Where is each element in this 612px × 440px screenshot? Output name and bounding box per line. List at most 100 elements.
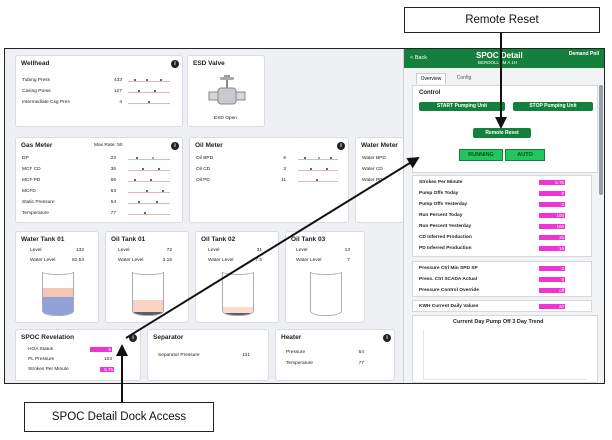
oil-sparkline [298,165,338,171]
trend-title: Current Day Pump Off 3 Day Trend [453,319,544,325]
back-link[interactable]: < Back [410,55,427,61]
water-meter-title: Water Meter [361,142,398,149]
tubing-press-sparkline [128,76,170,82]
tank-level-label: Level [296,248,308,253]
stat-label: Run Percent Yesterday [419,224,472,229]
separator-pressure-label: Separator Pressure [158,353,200,358]
running-status: RUNNING [459,149,503,161]
tab-config[interactable]: Config [450,73,478,84]
gas-meter-title: Gas Meter [21,142,53,149]
stat-label: PD Inferred Production [419,246,472,251]
spoc-revelation-title: SPOC Revelation [21,334,75,341]
temperature-label: Temperature [22,211,49,216]
tank-title: Water Tank 01 [21,236,65,243]
tab-overview[interactable]: Overview [416,73,446,84]
control-section: Control START Pumping Unit STOP Pumping … [412,85,598,173]
heater-pressure-label: Pressure [286,350,306,355]
spoc-revelation-card[interactable]: SPOC Revelation i HOA Status 5 PL Pressu… [15,329,141,381]
stats-section: Strokes Per Minute 5.75 Pump Offs Today … [412,175,592,257]
tank-graphic [132,272,164,316]
kwh-value: 20 [539,304,565,309]
tank-card[interactable]: Water Tank 01 Level 132 Water Level 82.5… [15,231,99,323]
mcf-cd-label: MCF CD [22,167,41,172]
gas-sparkline [128,176,170,182]
oil-meter-title: Oil Meter [195,142,223,149]
esd-status: ESD Open [214,116,237,121]
tank-water [223,312,253,315]
info-icon[interactable]: i [337,142,345,150]
stat-value: 0 [539,202,565,207]
tank-level-value: 13 [344,248,350,253]
heater-temperature-label: Temperature [286,361,313,366]
hoa-status-label: HOA Status [28,347,54,352]
spoc-dock-callout-label: SPOC Detail Dock Access [51,411,187,423]
tank-card[interactable]: Oil Tank 02 Level 31 Water Level 7.5 [195,231,279,323]
dp-label: DP [22,156,29,161]
mcf-pd-label: MCF PD [22,178,41,183]
intermediate-csg-label: Intermediate Csg Pres [22,100,70,105]
heater-card[interactable]: Heater i Pressure 54 Temperature 77 [275,329,395,381]
pressure-label: Pressure Ctrl Min SPD SP [419,266,478,271]
stat-value: 5.75 [539,180,565,185]
info-icon[interactable]: i [383,334,391,342]
wellhead-card[interactable]: Wellhead i Tubing Press 433 Casing Press… [15,55,183,127]
esd-title: ESD Valve [193,60,225,67]
tank-graphic [310,272,342,316]
water-bpd-label: Water BPD [362,156,386,161]
stat-label: Pump Offs Today [419,191,459,196]
gas-sparkline [128,187,170,193]
heater-title: Heater [281,334,302,341]
tank-card[interactable]: Oil Tank 01 Level 72 Water Level 3.15 [105,231,189,323]
oil-bpd-value: 6 [283,156,286,161]
oil-meter-card[interactable]: Oil Meter i Oil BPD 6 Oil CD 3 Oil PD 11 [189,137,349,223]
tank-level-value: 132 [75,248,84,253]
tank-card[interactable]: Oil Tank 03 Level 13 Water Level 7 [285,231,365,323]
water-pd-label: Water PD [362,178,383,183]
tank-water-level-value: 7.5 [255,258,262,263]
control-label: Control [419,90,441,96]
wellhead-title: Wellhead [21,60,50,67]
gas-meter-card[interactable]: Gas Meter Max Rate: 50 i DP 23 MCF CD 36… [15,137,183,223]
temperature-value: 77 [110,211,116,216]
spoc-dock-callout: SPOC Detail Dock Access [24,402,214,432]
pressure-value: off [539,288,565,293]
tank-level-label: Level [208,248,220,253]
pressure-label: Pressure Control Override [419,288,479,293]
info-icon[interactable]: i [171,142,179,150]
scada-window: Wellhead i Tubing Press 433 Casing Press… [4,48,605,384]
valve-icon [208,75,246,105]
tank-title: Oil Tank 01 [111,236,146,243]
mcf-cd-value: 36 [110,167,116,172]
gas-sparkline [128,165,170,171]
gas-sparkline [128,209,170,215]
tank-water-level-label: Water Level [296,258,322,263]
tank-water-level-label: Water Level [118,258,144,263]
tubing-press-label: Tubing Press [22,78,51,83]
well-name: BERDOLL 5M A 1H [478,60,518,65]
oil-cd-value: 3 [283,167,286,172]
tank-title: Oil Tank 03 [291,236,326,243]
start-pumping-unit-button[interactable]: START Pumping Unit [419,102,505,111]
kwh-label: KWH Current Daily Values [419,304,479,309]
trend-section: Current Day Pump Off 3 Day Trend [412,315,598,383]
spoc-detail-panel: < Back SPOC Detail BERDOLL 5M A 1H Deman… [403,49,604,383]
spoc-detail-dock-info-icon[interactable]: i [129,334,137,342]
stat-value: 0 [539,191,565,196]
stat-value: 16 [539,246,565,251]
oil-pd-value: 11 [281,178,286,183]
demand-poll-button[interactable]: Demand Poll [568,51,600,57]
info-icon[interactable]: i [171,60,179,68]
intermediate-csg-sparkline [128,98,170,104]
separator-card[interactable]: Separator Separator Pressure 131 [147,329,269,381]
stop-pumping-unit-button[interactable]: STOP Pumping Unit [513,102,593,111]
static-pressure-label: Static Pressure [22,200,55,205]
max-rate-label: Max Rate: 50 [94,143,123,148]
water-cd-label: Water CD [362,167,383,172]
heater-temperature-value: 77 [358,361,364,366]
panel-scrollbar[interactable] [599,85,603,195]
remote-reset-button[interactable]: Remote Reset [473,128,531,138]
strokes-per-minute-label: Strokes Per Minute [28,367,69,372]
esd-valve-card[interactable]: ESD Valve ESD Open [187,55,265,127]
tank-graphic [42,272,74,316]
hoa-status-value: 5 [90,347,112,352]
